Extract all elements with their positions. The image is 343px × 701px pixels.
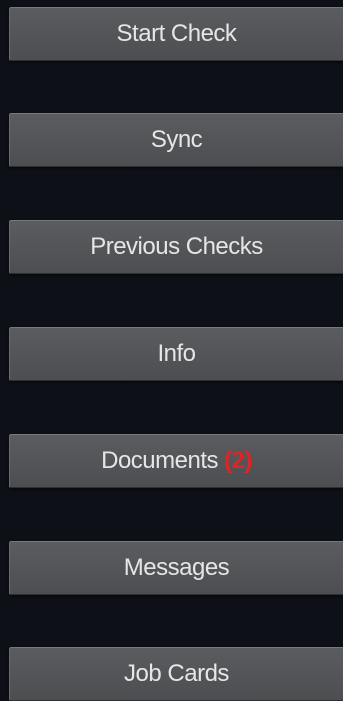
previous-checks-label: Previous Checks bbox=[90, 233, 263, 260]
job-cards-button[interactable]: Job Cards bbox=[9, 647, 343, 701]
job-cards-label: Job Cards bbox=[124, 660, 229, 687]
sync-label: Sync bbox=[150, 126, 203, 153]
messages-button[interactable]: Messages bbox=[9, 541, 343, 595]
documents-label: Documents bbox=[101, 447, 219, 474]
info-label: Info bbox=[157, 340, 196, 367]
documents-count-badge: (2) bbox=[224, 447, 252, 474]
previous-checks-button[interactable]: Previous Checks bbox=[9, 220, 343, 274]
info-button[interactable]: Info bbox=[9, 327, 343, 381]
start-check-button[interactable]: Start Check bbox=[9, 7, 343, 61]
documents-button[interactable]: Documents (2) bbox=[9, 434, 343, 488]
sync-button[interactable]: Sync bbox=[9, 113, 343, 167]
start-check-label: Start Check bbox=[116, 20, 237, 47]
messages-label: Messages bbox=[123, 554, 230, 581]
main-menu: Start Check Sync Previous Checks Info Do… bbox=[0, 0, 343, 701]
